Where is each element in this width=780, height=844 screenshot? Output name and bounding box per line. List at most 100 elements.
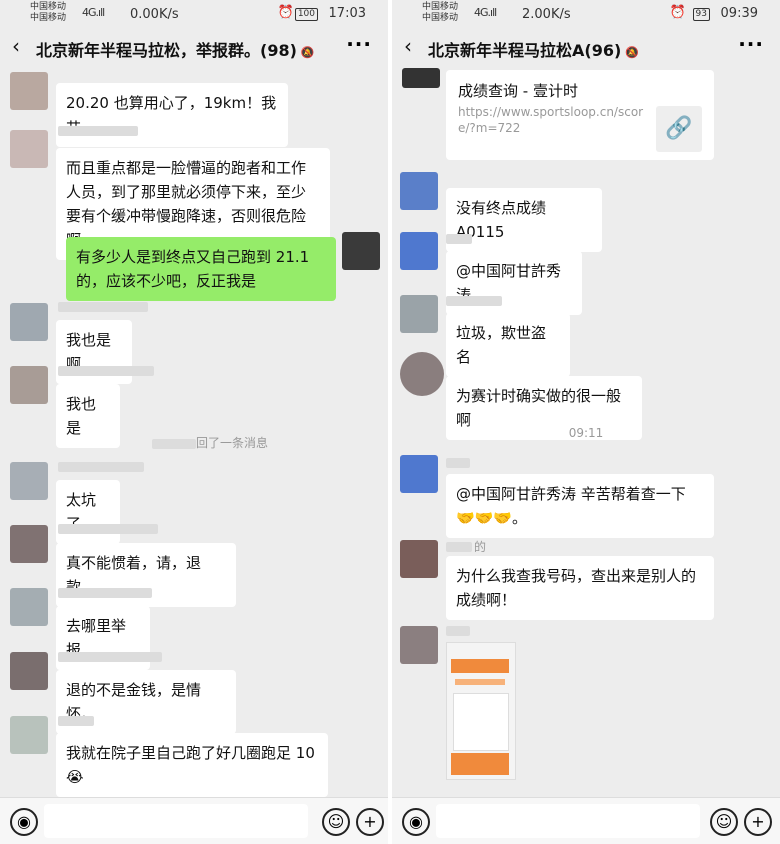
message-input[interactable] xyxy=(436,804,700,838)
link-card-title: 成绩查询 - 壹计时 xyxy=(458,82,578,100)
message-bubble[interactable]: 我也是 xyxy=(56,384,120,448)
avatar[interactable] xyxy=(10,652,48,690)
message-text: 有多少人是到终点又自己跑到 21.1 的，应该不少吧，反正我是 xyxy=(76,248,310,290)
timestamp: 09:11 xyxy=(568,426,604,440)
message-bubble[interactable]: 太坑了 xyxy=(56,480,120,544)
link-card-url: https://www.sportsloop.cn/score/?m=722 xyxy=(458,105,644,135)
clock: 17:03 xyxy=(328,6,366,21)
avatar[interactable] xyxy=(10,72,48,110)
sender-name xyxy=(58,126,138,136)
sender-name xyxy=(446,296,502,306)
link-icon: 🔗 xyxy=(656,106,702,152)
emoji-icon[interactable]: ☺ xyxy=(322,808,350,836)
avatar[interactable] xyxy=(400,295,438,333)
system-message-text: 回了一条消息 xyxy=(195,436,268,450)
message-bubble[interactable]: @中国阿甘許秀涛 辛苦帮着查一下🤝🤝🤝。 xyxy=(446,474,714,538)
sender-name xyxy=(58,462,144,472)
mute-icon: 🔕 xyxy=(625,46,639,59)
sender-name xyxy=(58,652,162,662)
avatar[interactable] xyxy=(400,352,444,396)
sender-name xyxy=(446,458,470,468)
image-row xyxy=(455,679,505,685)
clock: 09:39 xyxy=(720,6,758,21)
back-icon[interactable]: ‹ xyxy=(404,34,412,58)
avatar[interactable] xyxy=(402,68,440,88)
alarm-icon: ⏰ xyxy=(277,5,294,20)
add-icon[interactable]: + xyxy=(356,808,384,836)
message-input[interactable] xyxy=(44,804,308,838)
emoji-icon[interactable]: ☺ xyxy=(710,808,738,836)
avatar[interactable] xyxy=(10,716,48,754)
carrier-1: 中国移动 xyxy=(30,2,67,12)
image-message[interactable] xyxy=(446,642,516,780)
sender-name xyxy=(446,234,472,244)
status-bar: 中国移动 中国移动 4G.ıll 2.00K/s ⏰ 93 09:39 xyxy=(392,0,780,30)
signal-icon: 4G.ıll xyxy=(82,6,105,19)
carrier-labels: 中国移动 中国移动 xyxy=(30,2,66,24)
avatar[interactable] xyxy=(10,366,48,404)
network-type: 4G xyxy=(82,6,96,19)
avatar[interactable] xyxy=(10,462,48,500)
mute-icon: 🔕 xyxy=(300,46,315,59)
chat-title-text: 北京新年半程马拉松A(96) xyxy=(428,41,622,60)
message-text: 我也是 xyxy=(66,395,97,437)
chat-title: 北京新年半程马拉松A(96) 🔕 xyxy=(428,37,639,61)
network-speed: 2.00K/s xyxy=(522,7,571,22)
sender-name-suffix: 的 xyxy=(474,540,487,554)
sender-name xyxy=(58,366,154,376)
alarm-icon: ⏰ xyxy=(669,5,686,20)
battery-level: 100 xyxy=(294,8,318,21)
avatar[interactable] xyxy=(400,455,438,493)
voice-icon[interactable]: ◉ xyxy=(10,808,38,836)
add-icon[interactable]: + xyxy=(744,808,772,836)
voice-icon[interactable]: ◉ xyxy=(402,808,430,836)
avatar[interactable] xyxy=(400,172,438,210)
carrier-1: 中国移动 xyxy=(422,2,459,12)
chat-title-text: 北京新年半程马拉松，举报群。(98) xyxy=(36,41,297,60)
right-chat-screen: 中国移动 中国移动 4G.ıll 2.00K/s ⏰ 93 09:39 ‹ 北京… xyxy=(392,0,780,844)
message-bubble[interactable]: 为什么我查我号码，查出来是别人的成绩啊！ xyxy=(446,556,714,620)
message-bubble[interactable]: 我就在院子里自己跑了好几圈跑足 10 😭 xyxy=(56,733,328,797)
link-card[interactable]: 成绩查询 - 壹计时 https://www.sportsloop.cn/sco… xyxy=(446,70,714,160)
signal-icon: 4G.ıll xyxy=(474,6,497,19)
status-bar: 中国移动 中国移动 4G.ıll 0.00K/s ⏰ 100 17:03 xyxy=(0,0,388,30)
left-chat-screen: 中国移动 中国移动 4G.ıll 0.00K/s ⏰ 100 17:03 ‹ 北… xyxy=(0,0,388,844)
avatar[interactable] xyxy=(400,232,438,270)
image-footer-bar xyxy=(451,753,509,775)
avatar[interactable] xyxy=(10,525,48,563)
sender-name xyxy=(58,716,94,726)
my-message-bubble[interactable]: 有多少人是到终点又自己跑到 21.1 的，应该不少吧，反正我是 xyxy=(66,237,336,301)
sender-name xyxy=(446,626,470,636)
carrier-2: 中国移动 xyxy=(30,13,67,23)
more-icon[interactable]: ··· xyxy=(346,32,372,56)
message-text: 为赛计时确实做的很一般啊 xyxy=(456,387,622,429)
avatar[interactable] xyxy=(10,588,48,626)
message-text: 为什么我查我号码，查出来是别人的成绩啊！ xyxy=(456,567,697,609)
crying-emoji-icon: 😭 xyxy=(66,768,84,786)
message-text: @中国阿甘許秀涛 辛苦帮着查一下🤝🤝🤝。 xyxy=(456,485,686,527)
carrier-2: 中国移动 xyxy=(422,13,459,23)
avatar[interactable] xyxy=(400,626,438,664)
back-icon[interactable]: ‹ xyxy=(12,34,20,58)
carrier-labels: 中国移动 中国移动 xyxy=(422,2,458,24)
avatar[interactable] xyxy=(10,130,48,168)
message-text: 垃圾，欺世盗名 xyxy=(456,324,547,366)
system-message-name xyxy=(151,438,196,449)
avatar[interactable] xyxy=(400,540,438,578)
sender-name xyxy=(446,542,472,552)
system-message: 回了一条消息 xyxy=(130,434,290,451)
input-bar: ◉ ☺ + xyxy=(392,797,780,844)
chat-header: ‹ 北京新年半程马拉松A(96) 🔕 ··· xyxy=(392,30,780,66)
avatar[interactable] xyxy=(10,303,48,341)
sender-name xyxy=(58,524,158,534)
message-text: 而且重点都是一脸懵逼的跑者和工作人员，到了那里就必须停下来，至少要有个缓冲带慢跑… xyxy=(66,159,307,249)
message-bubble[interactable]: 20.20 也算用心了，19km！我艹 xyxy=(56,83,288,147)
more-icon[interactable]: ··· xyxy=(738,32,764,56)
message-text: 我就在院子里自己跑了好几圈跑足 10 xyxy=(66,744,315,762)
message-bubble[interactable]: 垃圾，欺世盗名 xyxy=(446,313,570,377)
chat-header: ‹ 北京新年半程马拉松，举报群。(98) 🔕 ··· xyxy=(0,30,388,66)
sender-name xyxy=(58,302,148,312)
my-avatar[interactable] xyxy=(342,232,380,270)
network-speed: 0.00K/s xyxy=(130,7,179,22)
battery-level: 93 xyxy=(692,8,710,21)
